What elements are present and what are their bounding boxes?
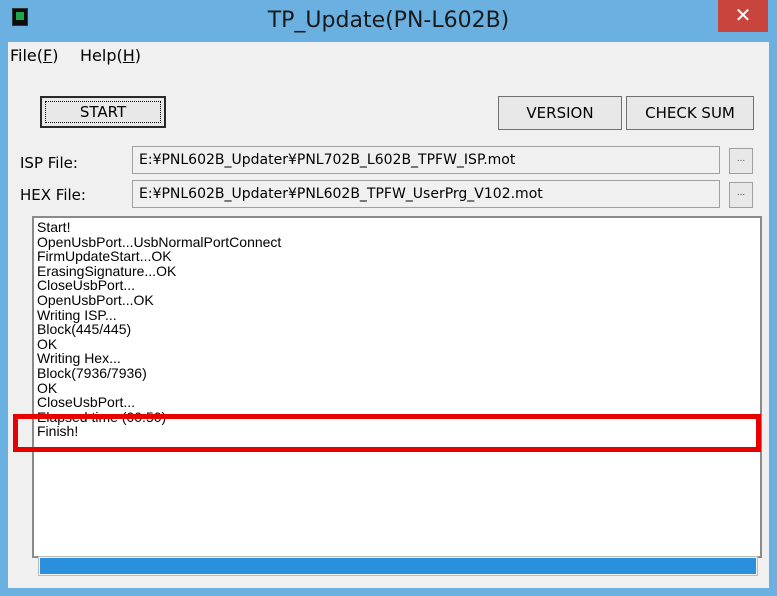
hex-file-label: HEX File: [20, 186, 86, 204]
log-line: Block(445/445) [37, 321, 132, 338]
menu-help-prefix: Help( [80, 46, 123, 65]
log-line: ErasingSignature...OK [37, 262, 177, 279]
log-line: OpenUsbPort...UsbNormalPortConnect [37, 233, 282, 250]
menu-file-suffix: ) [52, 46, 59, 65]
highlight-box [13, 414, 761, 452]
app-window: TP_Update(PN-L602B) ✕ File(F) Help(H) ST… [0, 0, 777, 596]
isp-file-label: ISP File: [20, 154, 78, 172]
title-bar[interactable]: TP_Update(PN-L602B) ✕ [0, 0, 777, 42]
isp-file-field[interactable]: E:¥PNL602B_Updater¥PNL702B_L602B_TPFW_IS… [132, 146, 720, 174]
log-line: FirmUpdateStart...OK [37, 248, 172, 265]
start-button[interactable]: START [40, 96, 166, 128]
close-icon: ✕ [734, 3, 752, 27]
log-line: Block(7936/7936) [37, 364, 147, 381]
log-line: OK [37, 379, 58, 396]
menu-file-prefix: File( [10, 46, 44, 65]
close-button[interactable]: ✕ [718, 0, 768, 32]
isp-browse-button[interactable]: ... [729, 148, 753, 174]
progress-fill [40, 558, 756, 574]
menu-bar: File(F) Help(H) [8, 42, 769, 70]
log-line: CloseUsbPort... [37, 394, 136, 411]
menu-help[interactable]: Help(H) [80, 46, 141, 65]
start-focus-rect [45, 101, 161, 123]
log-line: OK [37, 335, 58, 352]
hex-file-field[interactable]: E:¥PNL602B_Updater¥PNL602B_TPFW_UserPrg_… [132, 180, 720, 208]
menu-help-suffix: ) [134, 46, 141, 65]
progress-bar [38, 556, 758, 576]
log-lines: Start! OpenUsbPort...UsbNormalPortConnect… [34, 220, 760, 439]
version-button[interactable]: VERSION [498, 96, 622, 130]
log-line: Start! [37, 219, 71, 235]
hex-browse-button[interactable]: ... [729, 182, 753, 208]
log-line: Writing ISP... [37, 306, 117, 323]
log-line: CloseUsbPort... [37, 277, 136, 294]
log-line: Writing Hex... [37, 350, 121, 367]
window-title: TP_Update(PN-L602B) [267, 8, 510, 33]
client-area: File(F) Help(H) START VERSION CHECK SUM … [8, 42, 769, 588]
menu-help-key: H [122, 46, 135, 65]
log-output[interactable]: Start! OpenUsbPort...UsbNormalPortConnect… [32, 216, 762, 558]
menu-file[interactable]: File(F) [10, 46, 58, 65]
menu-file-key: F [43, 46, 53, 65]
log-line: OpenUsbPort...OK [37, 291, 154, 308]
checksum-button[interactable]: CHECK SUM [626, 96, 754, 130]
